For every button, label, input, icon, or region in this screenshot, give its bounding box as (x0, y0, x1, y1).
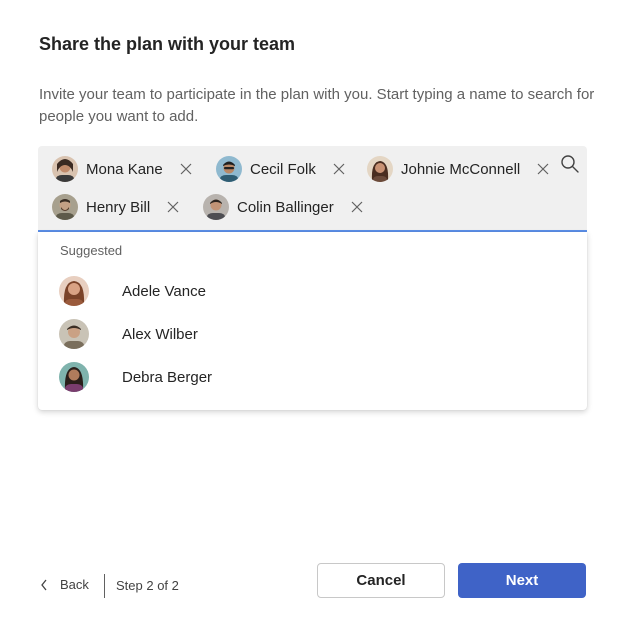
avatar (203, 194, 229, 220)
people-picker[interactable]: Mona Kane Cecil Folk Johnie McConnell He… (38, 146, 587, 232)
close-icon (180, 163, 192, 175)
avatar (216, 156, 242, 182)
remove-person-button[interactable] (350, 200, 364, 214)
chip-name: Mona Kane (86, 160, 163, 178)
avatar (59, 276, 89, 306)
selected-person-chip: Colin Ballinger (203, 193, 364, 221)
selected-person-chip: Cecil Folk (216, 155, 346, 183)
avatar (52, 156, 78, 182)
dialog-title: Share the plan with your team (39, 34, 296, 54)
chevron-left-icon (41, 579, 47, 590)
suggestion-item[interactable]: Alex Wilber (38, 314, 587, 354)
selected-person-chip: Henry Bill (52, 193, 180, 221)
avatar (367, 156, 393, 182)
avatar (59, 362, 89, 392)
chip-name: Cecil Folk (250, 160, 316, 178)
footer-divider (104, 574, 105, 598)
chip-name: Colin Ballinger (237, 198, 334, 216)
cancel-button[interactable]: Cancel (317, 563, 445, 598)
chip-name: Henry Bill (86, 198, 151, 216)
suggestion-item[interactable]: Adele Vance (38, 271, 587, 311)
search-button[interactable] (560, 154, 580, 174)
avatar (59, 319, 89, 349)
step-indicator: Step 2 of 2 (116, 578, 179, 593)
suggestion-name: Alex Wilber (122, 325, 198, 343)
back-label: Back (60, 577, 89, 592)
selected-person-chip: Mona Kane (52, 155, 193, 183)
suggestions-dropdown: Suggested Adele Vance Alex Wilber Debra … (38, 232, 587, 410)
dialog-description: Invite your team to participate in the p… (39, 86, 595, 125)
search-icon (561, 155, 579, 173)
next-button[interactable]: Next (458, 563, 586, 598)
close-icon (351, 201, 363, 213)
suggestion-name: Debra Berger (122, 368, 213, 386)
suggestions-label: Suggested (60, 243, 123, 258)
remove-person-button[interactable] (332, 162, 346, 176)
selected-person-chip: Johnie McConnell (367, 155, 550, 183)
close-icon (167, 201, 179, 213)
back-button[interactable]: Back (40, 577, 89, 592)
remove-person-button[interactable] (536, 162, 550, 176)
remove-person-button[interactable] (179, 162, 193, 176)
close-icon (333, 163, 345, 175)
close-icon (537, 163, 549, 175)
suggestion-name: Adele Vance (122, 282, 206, 300)
chip-name: Johnie McConnell (401, 160, 521, 178)
suggestion-item[interactable]: Debra Berger (38, 357, 587, 397)
remove-person-button[interactable] (166, 200, 180, 214)
avatar (52, 194, 78, 220)
